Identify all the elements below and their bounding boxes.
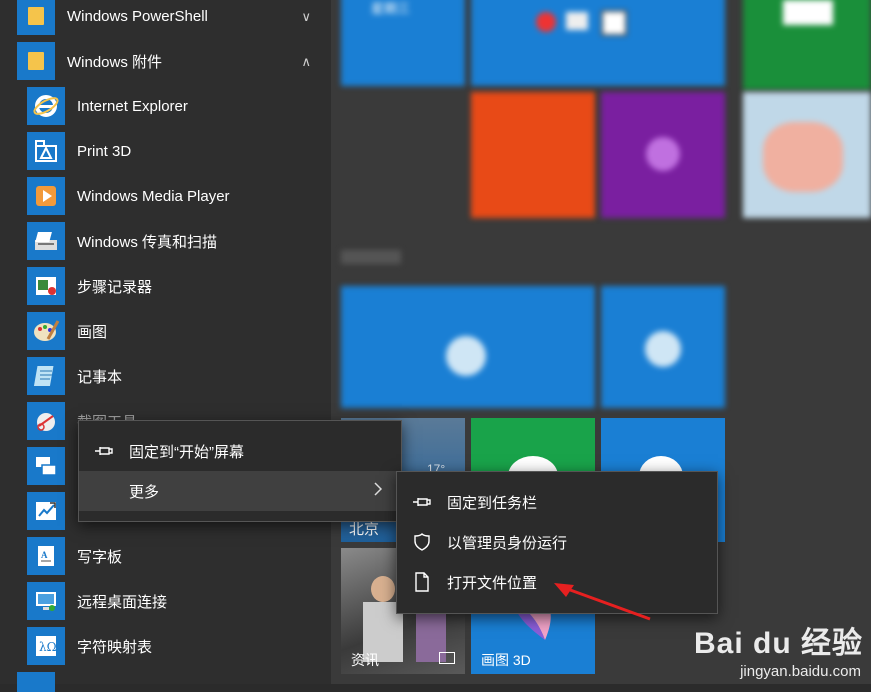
menu-item-pin-to-start[interactable]: 固定到“开始”屏幕 [79,431,401,471]
red-arrow-annotation [554,583,651,621]
app-internet-explorer[interactable]: Internet Explorer [0,84,331,129]
menu-item-more[interactable]: 更多 [79,471,401,511]
app-label: 远程桌面连接 [77,594,168,611]
watermark-logo: Bai du 经验 [693,627,863,660]
menu-item-run-as-admin[interactable]: 以管理员身份运行 [397,522,717,562]
chevron-down-icon: ∨ [301,8,311,24]
pin-icon [93,440,115,462]
menu-item-label: 以管理员身份运行 [447,534,568,552]
tile-store[interactable] [743,0,871,90]
ie-icon [27,87,65,125]
tile-cloud[interactable] [601,286,725,408]
app-label: Print 3D [77,143,132,160]
svg-text:λΩ: λΩ [39,640,57,654]
menu-item-pin-to-taskbar[interactable]: 固定到任务栏 [397,482,717,522]
chevron-right-icon [373,481,383,502]
chevron-up-icon: ∧ [301,53,311,69]
app-wordpad[interactable]: A 写字板 [0,534,331,579]
tile-group-header [341,250,401,264]
tile-orange[interactable] [471,92,595,218]
app-label: Windows 传真和扫描 [77,234,218,251]
news-icon [439,652,455,664]
menu-item-label: 固定到“开始”屏幕 [129,443,244,461]
app-paint[interactable]: 画图 [0,309,331,354]
app-steps-recorder[interactable]: 步骤记录器 [0,264,331,309]
tile-weather-wide[interactable] [341,286,595,408]
start-app-list: Windows PowerShell ∨ Windows 附件 ∧ Intern… [0,0,331,692]
watermark-url: jingyan.baidu.com [740,663,861,680]
menu-item-label: 更多 [129,483,160,501]
tile-label: 星期三 [371,1,411,16]
remote-connection-icon [27,582,65,620]
wordpad-icon: A [27,537,65,575]
snipping-tool-icon [27,402,65,440]
file-icon [411,571,433,593]
charmap-icon: λΩ [27,627,65,665]
app-label: 记事本 [77,369,123,386]
app-character-map[interactable]: λΩ 字符映射表 [0,624,331,669]
tile-purple[interactable] [601,92,725,218]
fax-scan-icon [27,222,65,260]
folder-label: Windows 附件 [67,54,163,71]
tile-browser[interactable] [471,0,725,86]
folder-icon [17,42,55,80]
pin-icon [411,491,433,513]
folder-windows-accessories[interactable]: Windows 附件 ∧ [0,39,331,84]
app-windows-media-player[interactable]: Windows Media Player [0,174,331,219]
folder-icon [17,0,55,35]
app-remote-desktop-connection[interactable]: 远程桌面连接 [0,579,331,624]
app-windows-fax-scan[interactable]: Windows 传真和扫描 [0,219,331,264]
menu-item-label: 打开文件位置 [447,574,538,592]
app-label: Windows Media Player [77,188,230,205]
app-label: Internet Explorer [77,98,188,115]
paint-3d-label: 画图 3D [481,652,531,668]
tile-calendar[interactable]: 星期三 [341,0,465,86]
app-notepad[interactable]: 记事本 [0,354,331,399]
svg-text:A: A [41,550,48,560]
tile-game[interactable] [743,92,871,218]
paint-icon [27,312,65,350]
app-label: 画图 [77,324,108,341]
app-print-3d[interactable]: Print 3D [0,129,331,174]
app-label: 步骤记录器 [77,279,153,296]
notepad-icon [27,357,65,395]
context-menu: 固定到“开始”屏幕 更多 [78,420,402,522]
menu-item-label: 固定到任务栏 [447,494,538,512]
shield-icon [411,531,433,553]
app-label: 字符映射表 [77,639,153,656]
folder-icon [17,672,55,692]
folder-label: Windows PowerShell [67,8,208,25]
folder-windows-powershell[interactable]: Windows PowerShell ∨ [0,0,331,39]
steps-recorder-icon [27,267,65,305]
print3d-icon [27,132,65,170]
app-label: 写字板 [77,549,123,566]
math-input-icon [27,492,65,530]
news-label: 资讯 [351,652,379,668]
remote-desktop-icon [27,447,65,485]
media-player-icon [27,177,65,215]
